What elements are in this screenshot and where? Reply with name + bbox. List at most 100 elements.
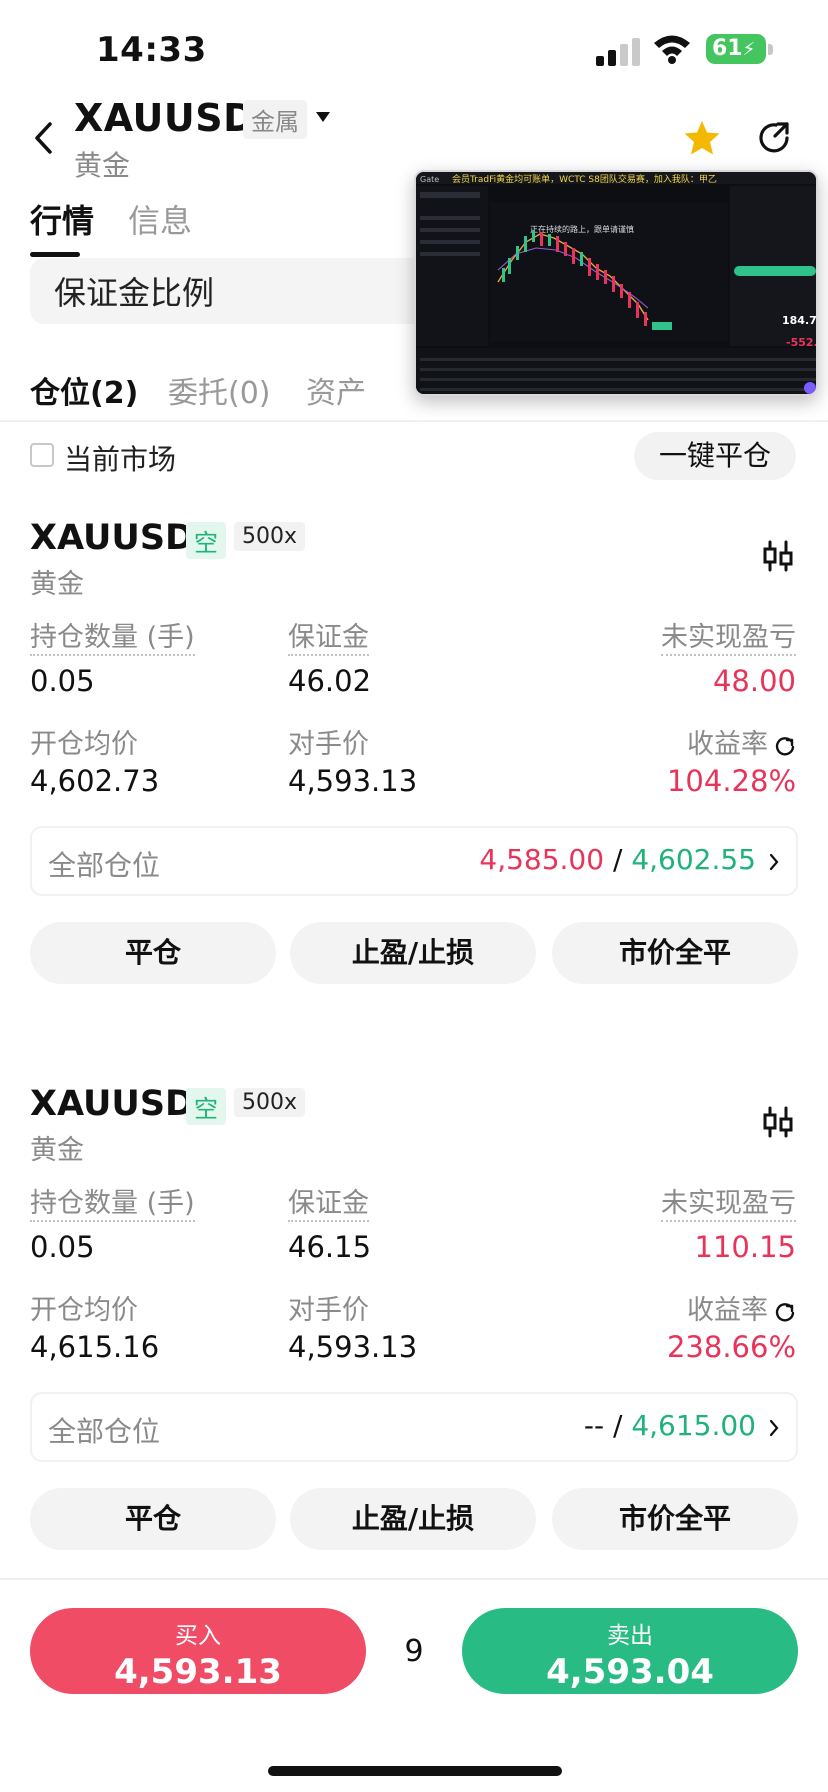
video-thumbnail: 会员TradFi黄金均可账单，WCTC S8团队交易赛，加入我队：甲乙 Gate… <box>416 172 818 394</box>
symbol-subtitle: 黄金 <box>74 149 131 182</box>
tpsl-values: -- / 4,615.00 <box>584 1409 756 1442</box>
sell-price: 4,593.04 <box>546 1652 714 1692</box>
current-market-label[interactable]: 当前市场 <box>64 438 176 478</box>
floating-video-window[interactable]: 会员TradFi黄金均可账单，WCTC S8团队交易赛，加入我队：甲乙 Gate… <box>414 170 818 396</box>
counter-price-label: 对手价 <box>288 729 369 760</box>
margin-label: 保证金 <box>288 622 369 656</box>
refresh-icon[interactable] <box>774 1301 796 1323</box>
market-close-all-button[interactable]: 市价全平 <box>552 1488 798 1550</box>
buy-button[interactable]: 买入 4,593.13 <box>30 1608 366 1694</box>
margin-label: 保证金 <box>288 1188 369 1222</box>
video-overlay-text: 正在持续的路上，跟单请谨慎 <box>530 224 634 234</box>
battery-level: 61 <box>712 36 743 61</box>
caret-down-icon[interactable] <box>314 110 332 124</box>
unrealized-pnl-label: 未实现盈亏 <box>661 1188 796 1222</box>
tpsl-separator: / <box>612 843 623 876</box>
qty-label: 持仓数量 (手) <box>30 1188 195 1222</box>
roe-label: 收益率 <box>687 729 768 760</box>
sell-button[interactable]: 卖出 4,593.04 <box>462 1608 798 1694</box>
position-card: XAUUSD 空 500x 黄金 持仓数量 (手) 保证金 未实现盈亏 0.05… <box>0 518 828 1018</box>
cellular-signal-icon <box>596 36 640 66</box>
battery-icon: 61⚡ <box>706 34 766 64</box>
roe-label-wrap: 收益率 <box>687 722 796 761</box>
status-time: 14:33 <box>96 30 207 70</box>
qty-label: 持仓数量 (手) <box>30 622 195 656</box>
leverage-badge: 500x <box>234 522 306 551</box>
stop-loss-value: 4,602.55 <box>631 843 756 876</box>
close-position-button[interactable]: 平仓 <box>30 922 276 984</box>
margin-value: 46.02 <box>288 664 372 698</box>
all-positions-tpsl-row[interactable]: 全部仓位 4,585.00 / 4,602.55 <box>30 826 798 896</box>
entry-price-value: 4,615.16 <box>30 1330 160 1364</box>
position-symbol: XAUUSD <box>30 518 195 558</box>
entry-price-label: 开仓均价 <box>30 1295 138 1326</box>
close-all-button[interactable]: 一键平仓 <box>634 432 796 480</box>
take-profit-value: 4,585.00 <box>479 843 605 876</box>
roe-value: 238.66% <box>666 1330 796 1364</box>
entry-price-value: 4,602.73 <box>30 764 160 798</box>
position-symbol: XAUUSD <box>30 1084 195 1124</box>
buy-label: 买入 <box>175 1623 221 1649</box>
position-name: 黄金 <box>30 1135 84 1166</box>
candlestick-chart-icon[interactable] <box>760 538 796 574</box>
wifi-icon <box>654 35 690 64</box>
margin-value: 46.15 <box>288 1230 372 1264</box>
video-value-1: 184.71 <box>782 314 818 327</box>
tpsl-separator: / <box>612 1409 623 1442</box>
qty-value: 0.05 <box>30 1230 95 1264</box>
section-divider <box>0 420 828 422</box>
roe-label-wrap: 收益率 <box>687 1288 796 1327</box>
margin-ratio-label: 保证金比例 <box>54 274 215 312</box>
unrealized-pnl-value: 110.15 <box>694 1230 796 1264</box>
current-market-checkbox[interactable] <box>30 443 54 467</box>
tab-active-indicator <box>30 252 80 257</box>
roe-value: 104.28% <box>666 764 796 798</box>
symbol-title[interactable]: XAUUSD <box>74 96 255 140</box>
sell-label: 卖出 <box>607 1623 653 1649</box>
tab-assets[interactable]: 资产 <box>306 368 366 412</box>
leverage-badge: 500x <box>234 1088 306 1117</box>
close-position-button[interactable]: 平仓 <box>30 1488 276 1550</box>
tab-orders[interactable]: 委托(0) <box>168 368 271 412</box>
roe-label: 收益率 <box>687 1295 768 1326</box>
take-profit-value: -- <box>583 1409 605 1442</box>
tab-positions[interactable]: 仓位(2) <box>30 368 138 412</box>
stop-loss-value: 4,615.00 <box>631 1409 756 1442</box>
video-value-2: -552.98 <box>786 336 818 349</box>
candlestick-chart-icon[interactable] <box>760 1104 796 1140</box>
tpsl-button[interactable]: 止盈/止损 <box>290 922 536 984</box>
all-positions-label: 全部仓位 <box>48 849 161 882</box>
counter-price-value: 4,593.13 <box>288 764 418 798</box>
chevron-right-icon <box>769 1419 779 1437</box>
qty-value: 0.05 <box>30 664 95 698</box>
home-indicator[interactable] <box>268 1766 562 1776</box>
tab-market[interactable]: 行情 <box>30 196 94 242</box>
all-positions-label: 全部仓位 <box>48 1415 161 1448</box>
all-positions-tpsl-row[interactable]: 全部仓位 -- / 4,615.00 <box>30 1392 798 1462</box>
video-banner-text: 会员TradFi黄金均可账单，WCTC S8团队交易赛，加入我队：甲乙 <box>452 173 717 185</box>
unrealized-pnl-label: 未实现盈亏 <box>661 622 796 656</box>
counter-price-value: 4,593.13 <box>288 1330 418 1364</box>
entry-price-label: 开仓均价 <box>30 729 138 760</box>
market-close-all-button[interactable]: 市价全平 <box>552 922 798 984</box>
position-name: 黄金 <box>30 569 84 600</box>
battery-cap <box>768 44 773 55</box>
video-logo: Gate <box>420 175 439 184</box>
back-icon[interactable] <box>30 118 60 158</box>
refresh-icon[interactable] <box>774 735 796 757</box>
favorite-star-icon[interactable] <box>682 118 722 158</box>
tpsl-values: 4,585.00 / 4,602.55 <box>479 843 756 876</box>
bottom-divider <box>0 1578 828 1580</box>
unrealized-pnl-value: 48.00 <box>712 664 796 698</box>
status-bar: 14:33 61⚡ <box>0 0 828 100</box>
spread-value: 9 <box>404 1634 424 1669</box>
direction-badge: 空 <box>186 1088 226 1125</box>
buy-price: 4,593.13 <box>114 1652 282 1692</box>
share-icon[interactable] <box>756 120 792 156</box>
direction-badge: 空 <box>186 522 226 559</box>
tpsl-button[interactable]: 止盈/止损 <box>290 1488 536 1550</box>
counter-price-label: 对手价 <box>288 1295 369 1326</box>
position-card: XAUUSD 空 500x 黄金 持仓数量 (手) 保证金 未实现盈亏 0.05… <box>0 1084 828 1584</box>
category-badge[interactable]: 金属 <box>243 100 307 139</box>
tab-info[interactable]: 信息 <box>128 196 192 242</box>
